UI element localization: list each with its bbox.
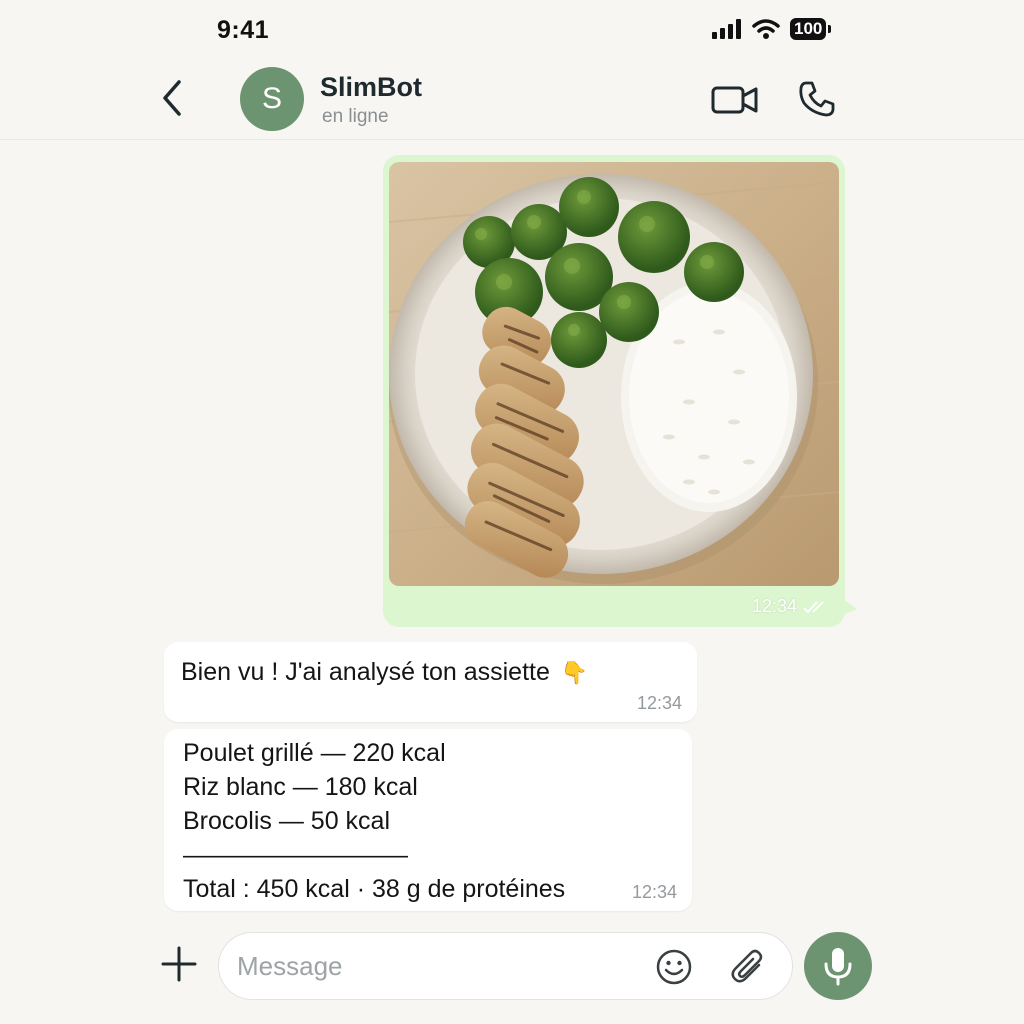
battery-indicator: 100 bbox=[790, 18, 832, 40]
microphone-icon bbox=[824, 948, 852, 986]
photo-timestamp: 12:34 bbox=[752, 596, 829, 617]
status-time: 9:41 bbox=[217, 16, 270, 44]
message-composer bbox=[0, 920, 1024, 1024]
avatar[interactable]: S bbox=[240, 67, 304, 131]
outgoing-photo-message[interactable]: 12:34 bbox=[383, 155, 857, 627]
status-bar: 9:41 100 bbox=[0, 0, 1024, 64]
meal-photo-image bbox=[389, 162, 839, 586]
microphone-button[interactable] bbox=[804, 932, 872, 1000]
incoming-message-greeting[interactable]: Bien vu ! J'ai analysé ton assiette 👇 12… bbox=[164, 642, 697, 722]
meal-photo[interactable] bbox=[389, 162, 839, 586]
analysis-timestamp: 12:34 bbox=[631, 882, 677, 902]
wifi-icon bbox=[752, 19, 780, 39]
status-icons: 100 bbox=[712, 18, 832, 40]
chat-area[interactable]: 12:34 Bien vu ! J'ai analysé ton assiett… bbox=[0, 140, 1024, 920]
chat-header: S SlimBot en ligne bbox=[0, 64, 1024, 140]
analysis-line-rice: Riz blanc — 180 kcal bbox=[183, 773, 418, 801]
message-input[interactable] bbox=[237, 945, 637, 987]
back-icon[interactable] bbox=[155, 78, 191, 118]
pointing-down-emoji: 👇 bbox=[560, 660, 589, 685]
analysis-separator: ————————— bbox=[183, 841, 408, 869]
analysis-line-broccoli: Brocolis — 50 kcal bbox=[183, 807, 391, 835]
signal-icon bbox=[712, 19, 741, 39]
greeting-timestamp: 12:34 bbox=[636, 693, 682, 713]
contact-name[interactable]: SlimBot bbox=[320, 72, 422, 103]
greeting-text-wrap: Bien vu ! J'ai analysé ton assiette 👇 bbox=[181, 658, 588, 687]
double-check-icon bbox=[803, 600, 824, 613]
incoming-message-analysis[interactable]: Poulet grillé — 220 kcal Riz blanc — 180… bbox=[164, 729, 692, 911]
phone-icon[interactable] bbox=[797, 79, 837, 119]
greeting-text: Bien vu ! J'ai analysé ton assiette bbox=[181, 658, 550, 686]
video-call-icon[interactable] bbox=[710, 82, 760, 118]
photo-time: 12:34 bbox=[751, 596, 797, 616]
analysis-line-total: Total : 450 kcal · 38 g de protéines bbox=[183, 875, 566, 903]
contact-status: en ligne bbox=[322, 106, 389, 127]
paperclip-icon[interactable] bbox=[729, 947, 769, 987]
emoji-icon[interactable] bbox=[655, 948, 693, 986]
plus-icon[interactable] bbox=[160, 945, 198, 983]
message-input-wrap[interactable] bbox=[218, 932, 793, 1000]
analysis-line-chicken: Poulet grillé — 220 kcal bbox=[183, 739, 446, 767]
